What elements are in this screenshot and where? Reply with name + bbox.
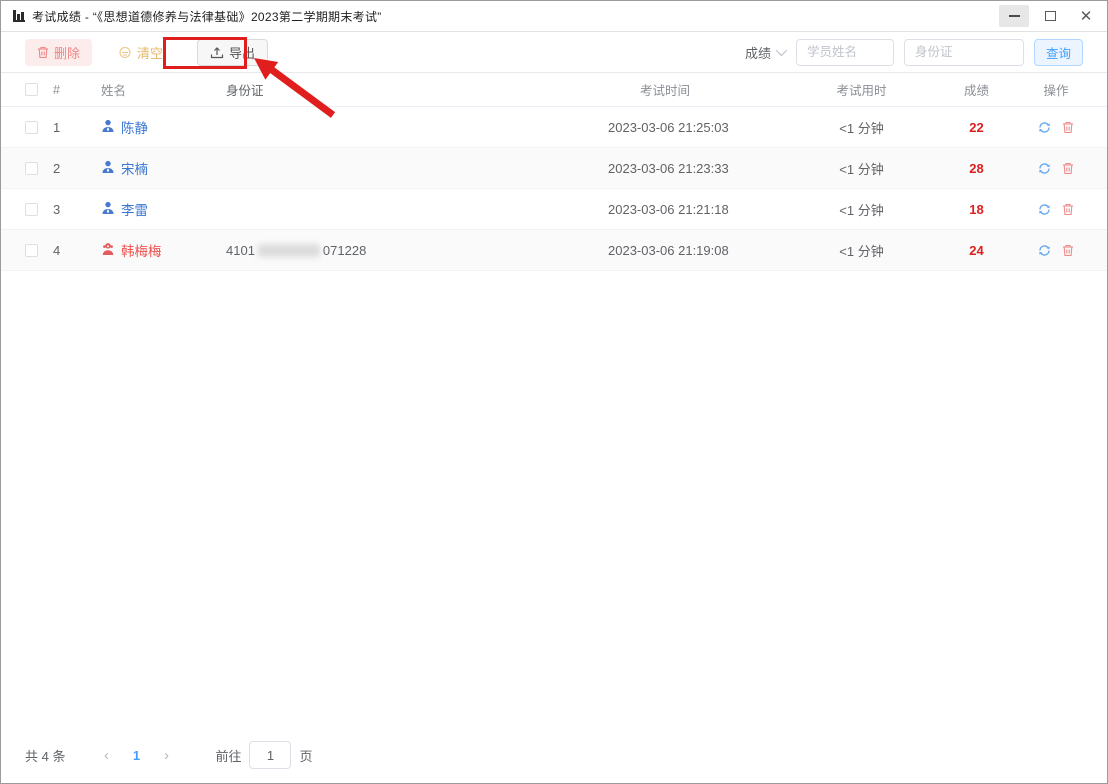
titlebar: 考试成绩 - “《思想道德修养与法律基础》2023第二学期期末考试” ✕ [1,1,1107,32]
clear-button-label: 清空 [137,45,164,61]
table-row: 3 李雷 2023-03-06 21:21:18 <1 分钟 18 [1,189,1107,230]
student-name-link[interactable]: 陈静 [121,117,148,137]
refresh-icon[interactable] [1038,203,1051,216]
table-row: 1 陈静 2023-03-06 21:25:03 <1 分钟 22 [1,107,1107,148]
exam-time-cell: 2023-03-06 21:19:08 [608,242,729,258]
trash-icon[interactable] [1062,162,1074,175]
score-filter-select[interactable]: 成绩 [744,43,788,62]
row-index: 4 [53,242,61,258]
person-female-icon [101,242,115,259]
maximize-icon [1044,11,1056,21]
header-exam-time: 考试时间 [640,84,691,98]
header-id-card: 身份证 [226,84,264,98]
row-checkbox[interactable] [25,243,38,257]
duration-cell: <1 分钟 [839,202,884,218]
table-row: 2 宋楠 2023-03-06 21:23:33 <1 分钟 28 [1,148,1107,189]
id-card-cell: 4101 071228 [210,243,440,258]
window-controls: ✕ [993,5,1101,27]
header-operation: 操作 [1043,84,1069,98]
exam-results-window: 考试成绩 - “《思想道德修养与法律基础》2023第二学期期末考试” ✕ 删除 … [0,0,1108,784]
exam-time-cell: 2023-03-06 21:23:33 [608,160,729,176]
minimize-icon [1008,15,1020,17]
score-cell: 18 [969,201,984,217]
trash-icon [37,46,49,59]
person-male-icon [101,160,115,177]
duration-cell: <1 分钟 [839,120,884,136]
exam-time-cell: 2023-03-06 21:21:18 [608,201,729,217]
maximize-button[interactable] [1035,5,1065,27]
bar-chart-icon [13,10,25,22]
refresh-icon[interactable] [1038,162,1051,175]
row-checkbox[interactable] [25,120,38,134]
clear-button[interactable]: 清空 [106,39,175,66]
student-name-link[interactable]: 韩梅梅 [121,240,162,260]
window-title: 考试成绩 - “《思想道德修养与法律基础》2023第二学期期末考试” [32,9,382,24]
score-cell: 24 [969,242,984,258]
row-checkbox[interactable] [25,161,38,175]
export-button-label: 导出 [229,45,256,61]
next-page-arrow[interactable]: › [153,747,179,764]
toolbar: 删除 清空 导出 成绩 查询 [1,32,1107,73]
trash-icon[interactable] [1062,121,1074,134]
trash-icon[interactable] [1062,203,1074,216]
prev-page-arrow[interactable]: ‹ [93,747,119,764]
duration-cell: <1 分钟 [839,161,884,177]
row-index: 2 [53,160,61,176]
table-row: 4 韩梅梅 4101 071228 2023-03-06 21:19:08 <1 … [1,230,1107,271]
pagination-bar: 共 4 条 ‹ 1 › 前往 页 [25,741,313,769]
id-card-redacted-blur [257,243,320,257]
person-male-icon [101,201,115,218]
id-card-suffix: 071228 [322,242,367,258]
close-icon: ✕ [1079,7,1093,25]
export-icon [210,46,224,59]
id-card-prefix: 4101 [226,242,255,258]
goto-page-input[interactable] [249,741,292,769]
header-name: 姓名 [101,84,127,98]
goto-page-label: 前往 [215,748,242,764]
score-cell: 28 [969,160,984,176]
delete-button-label: 删除 [54,45,81,61]
chevron-down-icon [775,44,788,57]
header-duration: 考试用时 [836,84,887,98]
minimize-button[interactable] [999,5,1029,27]
student-name-link[interactable]: 宋楠 [121,158,148,178]
score-filter-label: 成绩 [744,45,771,61]
total-count-label: 共 4 条 [25,748,66,764]
close-button[interactable]: ✕ [1071,5,1101,27]
person-male-icon [101,119,115,136]
student-name-input[interactable] [795,38,894,66]
exam-time-cell: 2023-03-06 21:25:03 [608,119,729,135]
header-index: # [53,82,60,97]
select-all-checkbox[interactable] [25,83,38,96]
refresh-icon[interactable] [1038,244,1051,257]
row-index: 1 [53,119,61,135]
id-card-input[interactable] [903,38,1024,66]
delete-button[interactable]: 删除 [25,38,93,66]
table-header-row: # 姓名 身份证 考试时间 考试用时 成绩 操作 [1,73,1107,107]
filter-bar: 成绩 查询 [744,38,1083,66]
refresh-icon[interactable] [1038,121,1051,134]
export-button[interactable]: 导出 [197,38,269,66]
duration-cell: <1 分钟 [839,243,884,259]
trash-icon[interactable] [1062,244,1074,257]
page-unit-label: 页 [299,748,313,764]
row-checkbox[interactable] [25,202,38,216]
score-cell: 22 [969,119,984,135]
student-name-link[interactable]: 李雷 [121,199,148,219]
header-score: 成绩 [963,84,989,98]
query-button[interactable]: 查询 [1033,38,1083,66]
row-index: 3 [53,201,61,217]
current-page-number[interactable]: 1 [119,748,153,763]
clear-icon [118,46,132,59]
